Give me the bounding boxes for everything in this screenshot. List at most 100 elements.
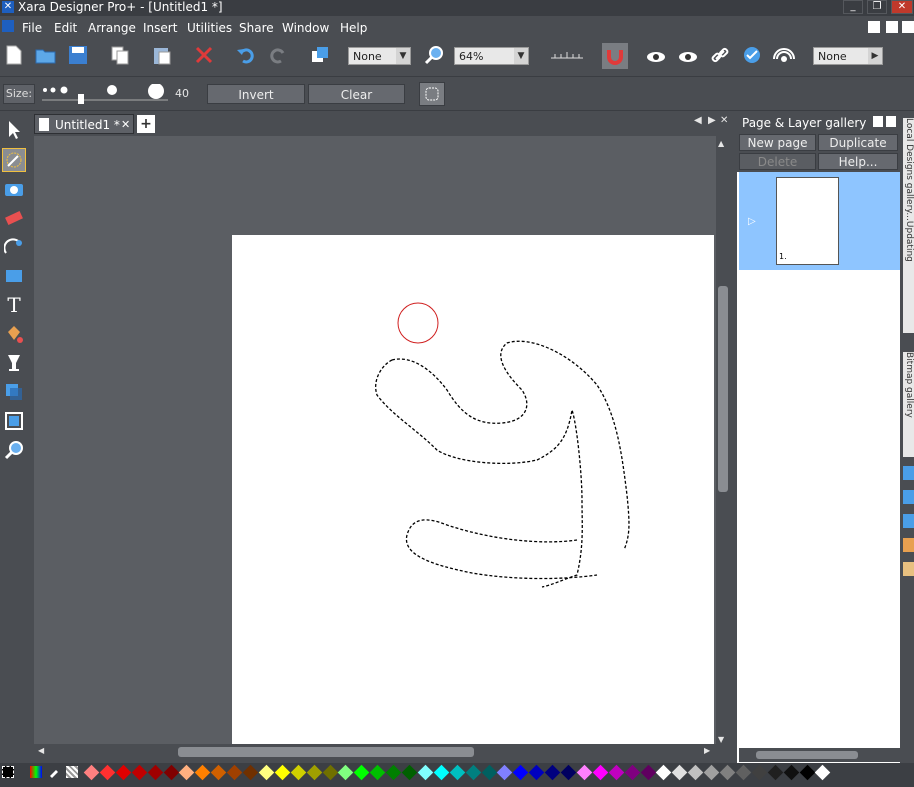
right-combo-value: None (818, 50, 847, 63)
zoom-combo[interactable]: 64% ▼ (454, 47, 529, 65)
local-designs-gallery-tab[interactable]: Local Designs gallery...Updating (903, 118, 914, 333)
minimize-button[interactable]: _ (843, 0, 863, 14)
zoom-tool-icon[interactable] (2, 438, 26, 462)
doc-minimize-button[interactable] (868, 21, 880, 33)
shadow-tool-icon[interactable] (2, 380, 26, 404)
delete-icon[interactable] (192, 43, 216, 67)
new-tab-button[interactable]: + (137, 115, 155, 133)
tab-scroll-right-icon[interactable]: ▶ (708, 115, 716, 126)
zoom-tool-icon[interactable] (422, 43, 446, 67)
mask-selection-drawing[interactable] (232, 235, 714, 744)
app-icon[interactable]: ✕ (2, 1, 14, 13)
undo-icon[interactable] (234, 43, 258, 67)
scroll-down-icon[interactable]: ▼ (718, 735, 724, 744)
duplicate-button[interactable]: Duplicate (818, 134, 898, 151)
mask-outline-lower (405, 519, 598, 580)
menu-insert[interactable]: Insert (143, 21, 177, 35)
tab-scroll-left-icon[interactable]: ◀ (694, 115, 702, 126)
doc-icon[interactable] (2, 20, 14, 32)
new-page-button[interactable]: New page (739, 134, 816, 151)
size-label: Size: (3, 84, 35, 104)
menu-file[interactable]: File (22, 21, 42, 35)
eraser-tool-icon[interactable] (2, 206, 26, 230)
gallery-tab-icon[interactable] (903, 466, 914, 480)
publish-icon[interactable] (740, 43, 764, 67)
fill-tool-icon[interactable] (2, 322, 26, 346)
selection-mode-icon[interactable] (419, 82, 445, 106)
mask-outline-arm (391, 340, 630, 551)
chevron-right-icon: ▶ (868, 48, 882, 64)
menu-window[interactable]: Window (282, 21, 329, 35)
gallery-close-icon[interactable] (886, 116, 896, 127)
broadcast-icon[interactable] (772, 43, 796, 67)
expand-arrow-icon[interactable]: ▷ (748, 216, 756, 227)
text-tool-icon[interactable]: T (2, 293, 26, 317)
gallery-tab-icon[interactable] (903, 514, 914, 528)
tab-close-icon[interactable]: ✕ (121, 115, 130, 135)
copy-icon[interactable] (108, 43, 132, 67)
doc-close-button[interactable] (902, 21, 914, 33)
open-folder-icon[interactable] (34, 43, 58, 67)
photo-tool-icon[interactable] (2, 177, 26, 201)
bring-to-front-icon[interactable] (308, 43, 332, 67)
mask-outline-upper (375, 359, 583, 588)
scroll-right-icon[interactable]: ▶ (704, 746, 710, 755)
horizontal-scroll-thumb[interactable] (178, 747, 474, 757)
gallery-tab-icon[interactable] (903, 490, 914, 504)
brush-cursor (397, 302, 439, 344)
window-title: Xara Designer Pro+ - [Untitled1 *] (18, 0, 223, 14)
paste-icon[interactable] (150, 43, 174, 67)
help-button[interactable]: Help... (818, 153, 898, 170)
pin-icon[interactable] (873, 116, 883, 127)
bitmap-gallery-tab[interactable]: Bitmap gallery (903, 352, 914, 457)
invert-button[interactable]: Invert (207, 84, 305, 104)
transparency-tool-icon[interactable] (2, 351, 26, 375)
size-slider[interactable] (40, 83, 170, 104)
gallery-tab-icon[interactable] (903, 562, 914, 576)
ruler-icon[interactable] (550, 43, 584, 67)
mask-painter-tool-icon[interactable] (2, 148, 26, 172)
size-value: 40 (175, 87, 189, 100)
fill-combo-value: None (353, 50, 382, 63)
doc-restore-button[interactable] (886, 21, 898, 33)
color-editor-icon[interactable] (30, 766, 42, 778)
close-button[interactable]: ✕ (891, 0, 913, 14)
frame-tool-icon[interactable] (2, 409, 26, 433)
menu-help[interactable]: Help (340, 21, 367, 35)
page-number: 1. (779, 252, 787, 261)
clear-button[interactable]: Clear (308, 84, 405, 104)
new-document-icon[interactable] (2, 43, 26, 67)
menu-utilities[interactable]: Utilities (187, 21, 232, 35)
gallery-tab-icon[interactable] (903, 538, 914, 552)
transparent-swatch[interactable] (66, 766, 78, 778)
selector-tool-icon[interactable] (2, 118, 26, 142)
delete-button[interactable]: Delete (739, 153, 816, 170)
restore-button[interactable]: ❐ (867, 0, 887, 14)
web-preview-icon[interactable] (676, 43, 700, 67)
chevron-down-icon: ▼ (396, 48, 410, 64)
gallery-scroll-thumb[interactable] (756, 751, 858, 759)
vertical-scroll-thumb[interactable] (718, 286, 728, 492)
scroll-up-icon[interactable]: ▲ (718, 139, 724, 148)
gallery-title: Page & Layer gallery (742, 116, 867, 130)
link-icon[interactable] (708, 43, 732, 67)
rectangle-tool-icon[interactable] (2, 264, 26, 288)
document-tabs (30, 112, 730, 136)
no-color-swatch[interactable] (2, 766, 14, 778)
tab-untitled1[interactable]: Untitled1 * ✕ (34, 114, 134, 134)
menu-share[interactable]: Share (239, 21, 274, 35)
menu-arrange[interactable]: Arrange (88, 21, 136, 35)
redo-icon[interactable] (266, 43, 290, 67)
chevron-down-icon: ▼ (514, 48, 528, 64)
save-icon[interactable] (66, 43, 90, 67)
tab-close-icon[interactable]: ✕ (720, 115, 728, 126)
fill-combo[interactable]: None ▼ (348, 47, 411, 65)
scroll-left-icon[interactable]: ◀ (38, 746, 44, 755)
snap-magnet-icon[interactable] (602, 43, 628, 69)
eyedropper-icon[interactable] (48, 766, 60, 778)
menu-edit[interactable]: Edit (54, 21, 77, 35)
shape-editor-tool-icon[interactable] (2, 235, 26, 259)
menu-bar (0, 17, 914, 38)
preview-icon[interactable] (644, 43, 668, 67)
right-combo[interactable]: None ▶ (813, 47, 883, 65)
